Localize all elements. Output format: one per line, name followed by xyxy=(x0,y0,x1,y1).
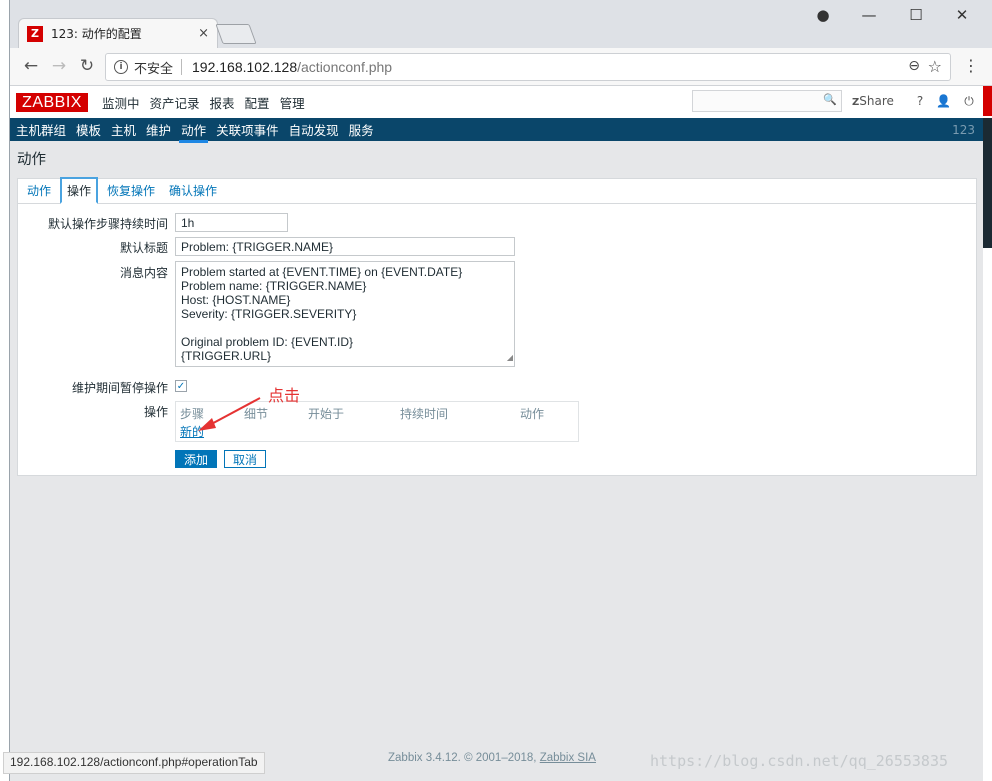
help-icon[interactable]: ? xyxy=(913,94,927,108)
step-duration-label: 默认操作步骤持续时间 xyxy=(47,217,168,231)
subject-input[interactable]: Problem: {TRIGGER.NAME} xyxy=(175,237,515,256)
operations-label: 操作 xyxy=(143,405,168,419)
search-input[interactable]: 🔍 xyxy=(692,90,842,112)
page-title: 动作 xyxy=(17,152,46,168)
reload-icon[interactable]: ↻ xyxy=(76,56,98,76)
annotation-text: 点击 xyxy=(268,386,301,405)
close-window-icon[interactable]: ✕ xyxy=(947,6,977,24)
divider xyxy=(181,59,183,75)
address-bar[interactable]: i 不安全 192.168.102.128/actionconf.php ⊖ ☆ xyxy=(105,53,951,81)
menu-configuration[interactable]: 配置 xyxy=(245,93,270,112)
column-header: 持续时间 xyxy=(400,407,449,421)
subnav-templates[interactable]: 模板 xyxy=(76,120,101,139)
share-link[interactable]: ZShare xyxy=(852,94,894,108)
cancel-button[interactable]: 取消 xyxy=(224,450,266,468)
form-tabs: 动作 操作 恢复操作 确认操作 xyxy=(18,177,976,204)
close-tab-icon[interactable]: × xyxy=(198,26,209,41)
sub-navigation: 主机群组 模板 主机 维护 动作 关联项事件 自动发现 服务 123 xyxy=(10,118,983,143)
zabbix-logo[interactable]: ZABBIX xyxy=(16,93,88,112)
footer-company-link[interactable]: Zabbix SIA xyxy=(540,752,596,764)
browser-menu-icon[interactable]: ⋮ xyxy=(963,56,979,75)
subnav-discovery[interactable]: 自动发现 xyxy=(289,120,339,139)
profile-icon[interactable]: ● xyxy=(808,6,838,24)
insecure-label: 不安全 xyxy=(134,61,174,77)
action-form-card: 动作 操作 恢复操作 确认操作 默认操作步骤持续时间 1h 默认标题 Probl… xyxy=(17,177,977,476)
subnav-actions[interactable]: 动作 xyxy=(179,120,209,143)
zoom-icon[interactable]: ⊖ xyxy=(908,58,920,74)
forward-icon[interactable]: → xyxy=(48,56,70,76)
tab-acknowledge-operations[interactable]: 确认操作 xyxy=(164,178,222,203)
add-button[interactable]: 添加 xyxy=(175,450,217,468)
resize-handle-icon[interactable]: ◢ xyxy=(507,351,513,365)
subnav-hosts[interactable]: 主机 xyxy=(111,120,136,139)
new-tab-button[interactable] xyxy=(215,24,257,44)
menu-inventory[interactable]: 资产记录 xyxy=(150,93,200,112)
tab-recovery-operations[interactable]: 恢复操作 xyxy=(102,178,160,203)
edge-red-block xyxy=(983,86,992,116)
column-header: 开始于 xyxy=(308,407,345,421)
search-icon[interactable]: 🔍 xyxy=(823,93,837,106)
bookmark-star-icon[interactable]: ☆ xyxy=(928,57,942,76)
column-header: 动作 xyxy=(520,407,545,421)
footer-text: Zabbix 3.4.12. © 2001–2018, xyxy=(388,752,537,764)
tab-action[interactable]: 动作 xyxy=(22,178,56,203)
node-name: 123 xyxy=(952,122,975,137)
tab-operations[interactable]: 操作 xyxy=(60,177,99,204)
info-icon[interactable]: i xyxy=(114,60,128,74)
user-profile-icon[interactable]: 👤 xyxy=(936,94,951,108)
sign-out-icon[interactable]: ⏻ xyxy=(962,94,976,109)
message-text: Problem started at {EVENT.TIME} on {EVEN… xyxy=(181,265,463,363)
url-path: /actionconf.php xyxy=(297,59,393,75)
subnav-host-groups[interactable]: 主机群组 xyxy=(16,120,66,139)
zabbix-header: ZABBIX 监测中 资产记录 报表 配置 管理 🔍 ZShare ? 👤 ⏻ xyxy=(10,86,983,118)
message-label: 消息内容 xyxy=(119,266,168,280)
subject-label: 默认标题 xyxy=(119,241,168,255)
message-textarea[interactable]: Problem started at {EVENT.TIME} on {EVEN… xyxy=(175,261,515,367)
pause-checkbox[interactable]: ✓ xyxy=(175,380,187,392)
browser-window: Z 123: 动作的配置 × ● — ☐ ✕ ← → ↻ i 不安全 192.1… xyxy=(9,0,992,781)
watermark: https://blog.csdn.net/qq_26553835 xyxy=(650,752,949,770)
subnav-services[interactable]: 服务 xyxy=(349,120,374,139)
minimize-icon[interactable]: — xyxy=(854,6,884,24)
back-icon[interactable]: ← xyxy=(20,56,42,76)
browser-tab[interactable]: Z 123: 动作的配置 × xyxy=(18,18,218,48)
page-footer: Zabbix 3.4.12. © 2001–2018, Zabbix SIA xyxy=(388,752,596,764)
annotation-arrow-icon xyxy=(198,397,261,431)
menu-reports[interactable]: 报表 xyxy=(210,93,235,112)
share-label: Share xyxy=(859,94,894,108)
main-menu: 监测中 资产记录 报表 配置 管理 xyxy=(102,93,305,112)
url-host: 192.168.102.128 xyxy=(192,59,298,75)
status-bar-url: 192.168.102.128/actionconf.php#operation… xyxy=(3,752,265,774)
right-edge-strip xyxy=(983,86,992,781)
zabbix-favicon-icon: Z xyxy=(27,25,43,42)
pause-label: 维护期间暂停操作 xyxy=(71,381,168,395)
menu-administration[interactable]: 管理 xyxy=(280,93,305,112)
tab-strip: Z 123: 动作的配置 × ● — ☐ ✕ xyxy=(10,0,992,48)
maximize-icon[interactable]: ☐ xyxy=(901,6,931,24)
tab-title: 123: 动作的配置 xyxy=(51,27,142,41)
checkmark-icon: ✓ xyxy=(176,380,186,392)
menu-monitoring[interactable]: 监测中 xyxy=(102,93,140,112)
browser-toolbar: ← → ↻ i 不安全 192.168.102.128/actionconf.p… xyxy=(10,48,992,86)
step-duration-input[interactable]: 1h xyxy=(175,213,288,232)
subnav-event-correlation[interactable]: 关联项事件 xyxy=(216,120,279,139)
edge-dark-block xyxy=(983,118,992,248)
subnav-maintenance[interactable]: 维护 xyxy=(146,120,171,139)
